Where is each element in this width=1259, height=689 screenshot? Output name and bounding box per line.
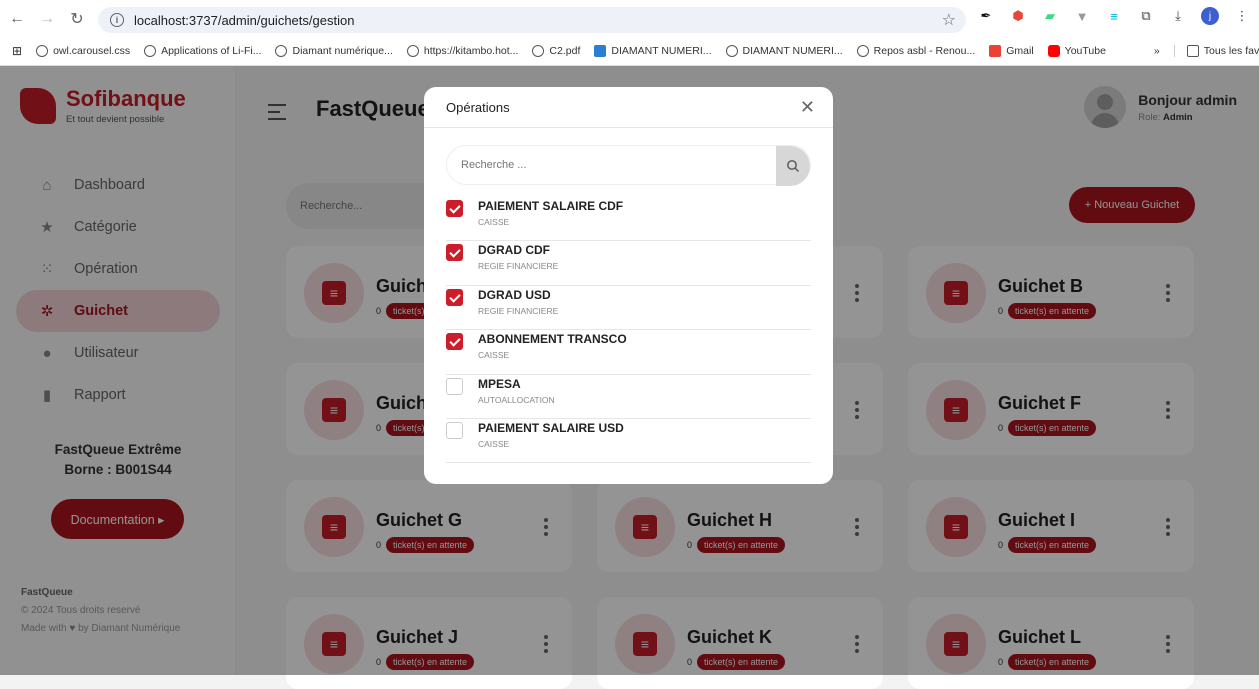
bookmark-star-icon[interactable]: ☆: [942, 10, 956, 30]
bookmark-item[interactable]: DIAMANT NUMERI...: [594, 45, 712, 57]
address-bar[interactable]: i localhost:3737/admin/guichets/gestion …: [98, 7, 966, 33]
back-icon[interactable]: ←: [4, 6, 30, 32]
browser-toolbar: ← → ↻ i localhost:3737/admin/guichets/ge…: [0, 0, 1259, 38]
modal-header: Opérations ✕: [424, 87, 833, 128]
globe-icon: [36, 45, 49, 57]
layers-extension-icon[interactable]: ≡: [1105, 7, 1123, 25]
more-bookmarks-button[interactable]: »: [1154, 45, 1160, 57]
operation-item: PAIEMENT SALAIRE CDF CAISSE: [446, 197, 811, 242]
menu-kebab-icon[interactable]: ⋮: [1233, 7, 1251, 25]
bookmark-item[interactable]: Applications of Li-Fi...: [144, 45, 261, 57]
site-info-icon[interactable]: i: [110, 13, 124, 27]
globe-icon: [144, 45, 157, 57]
globe-icon: [275, 45, 288, 57]
globe-icon: [725, 45, 738, 57]
browser-chrome: ← → ↻ i localhost:3737/admin/guichets/ge…: [0, 0, 1259, 66]
search-button[interactable]: [776, 146, 810, 186]
extensions-area: ✒ ⬢ ▰ ▼ ≡ ⧉ ⤓ j ⋮: [977, 7, 1251, 25]
operation-checkbox[interactable]: [446, 421, 463, 439]
shield-extension-icon[interactable]: ⬢: [1009, 7, 1027, 25]
globe-icon: [532, 45, 545, 57]
operation-checkbox[interactable]: [446, 377, 463, 395]
bookmark-item[interactable]: Repos asbl - Renou...: [856, 45, 975, 57]
android-extension-icon[interactable]: ▰: [1041, 7, 1059, 25]
operations-modal: Opérations ✕ PAIEMENT SALAIRE CDFCAISSE …: [424, 87, 833, 484]
operation-checkbox[interactable]: [446, 244, 463, 262]
operation-checkbox[interactable]: [446, 333, 463, 351]
download-icon[interactable]: ⤓: [1169, 7, 1187, 25]
bookmark-item[interactable]: YouTube: [1047, 45, 1106, 57]
pen-extension-icon[interactable]: ✒: [977, 7, 995, 25]
gmail-icon: [989, 45, 1002, 57]
operation-checkbox[interactable]: [446, 288, 463, 306]
bookmarks-bar: ⊞ owl.carousel.css Applications of Li-Fi…: [0, 40, 1259, 62]
operation-checkbox[interactable]: [446, 200, 463, 217]
folder-icon: [1186, 45, 1199, 57]
youtube-icon: [1047, 45, 1060, 57]
vue-extension-icon[interactable]: ▼: [1073, 7, 1091, 25]
operation-item: ABONNEMENT TRANSCO CAISSE: [446, 330, 811, 375]
operation-list: PAIEMENT SALAIRE CDF CAISSE DGRAD CDF REGI…: [446, 197, 811, 464]
bookmark-item[interactable]: Gmail: [989, 45, 1034, 57]
operation-item: DGRAD USD REGIE FINANCIERE: [446, 286, 811, 331]
bookmark-item[interactable]: C2.pdf: [532, 45, 580, 57]
globe-icon: [406, 45, 419, 57]
profile-avatar-icon[interactable]: j: [1201, 7, 1219, 25]
operation-search-input[interactable]: [461, 159, 761, 171]
globe-icon: [856, 45, 869, 57]
search-icon: [787, 160, 799, 172]
operation-item: MPESA AUTOALLOCATION: [446, 375, 811, 419]
n-logo-icon: [594, 45, 607, 57]
puzzle-icon[interactable]: ⧉: [1137, 7, 1155, 25]
operation-item: DGRAD CDF REGIE FINANCIERE: [446, 241, 811, 286]
bookmark-item[interactable]: https://kitambo.hot...: [406, 45, 518, 57]
operation-item: PAIEMENT SALAIRE USD CAISSE: [446, 419, 811, 464]
bookmark-item[interactable]: DIAMANT NUMERI...: [725, 45, 843, 57]
bookmark-item[interactable]: Diamant numérique...: [275, 45, 393, 57]
forward-icon[interactable]: →: [34, 6, 60, 32]
apps-grid-icon[interactable]: ⊞: [12, 44, 22, 58]
modal-title: Opérations: [446, 99, 510, 115]
url-text: localhost:3737/admin/guichets/gestion: [134, 12, 355, 28]
all-bookmarks[interactable]: Tous les favoris: [1173, 45, 1259, 57]
reload-icon[interactable]: ↻: [64, 6, 90, 32]
operation-search: [446, 145, 811, 186]
close-icon[interactable]: ✕: [800, 97, 815, 118]
bookmark-item[interactable]: owl.carousel.css: [36, 45, 130, 57]
